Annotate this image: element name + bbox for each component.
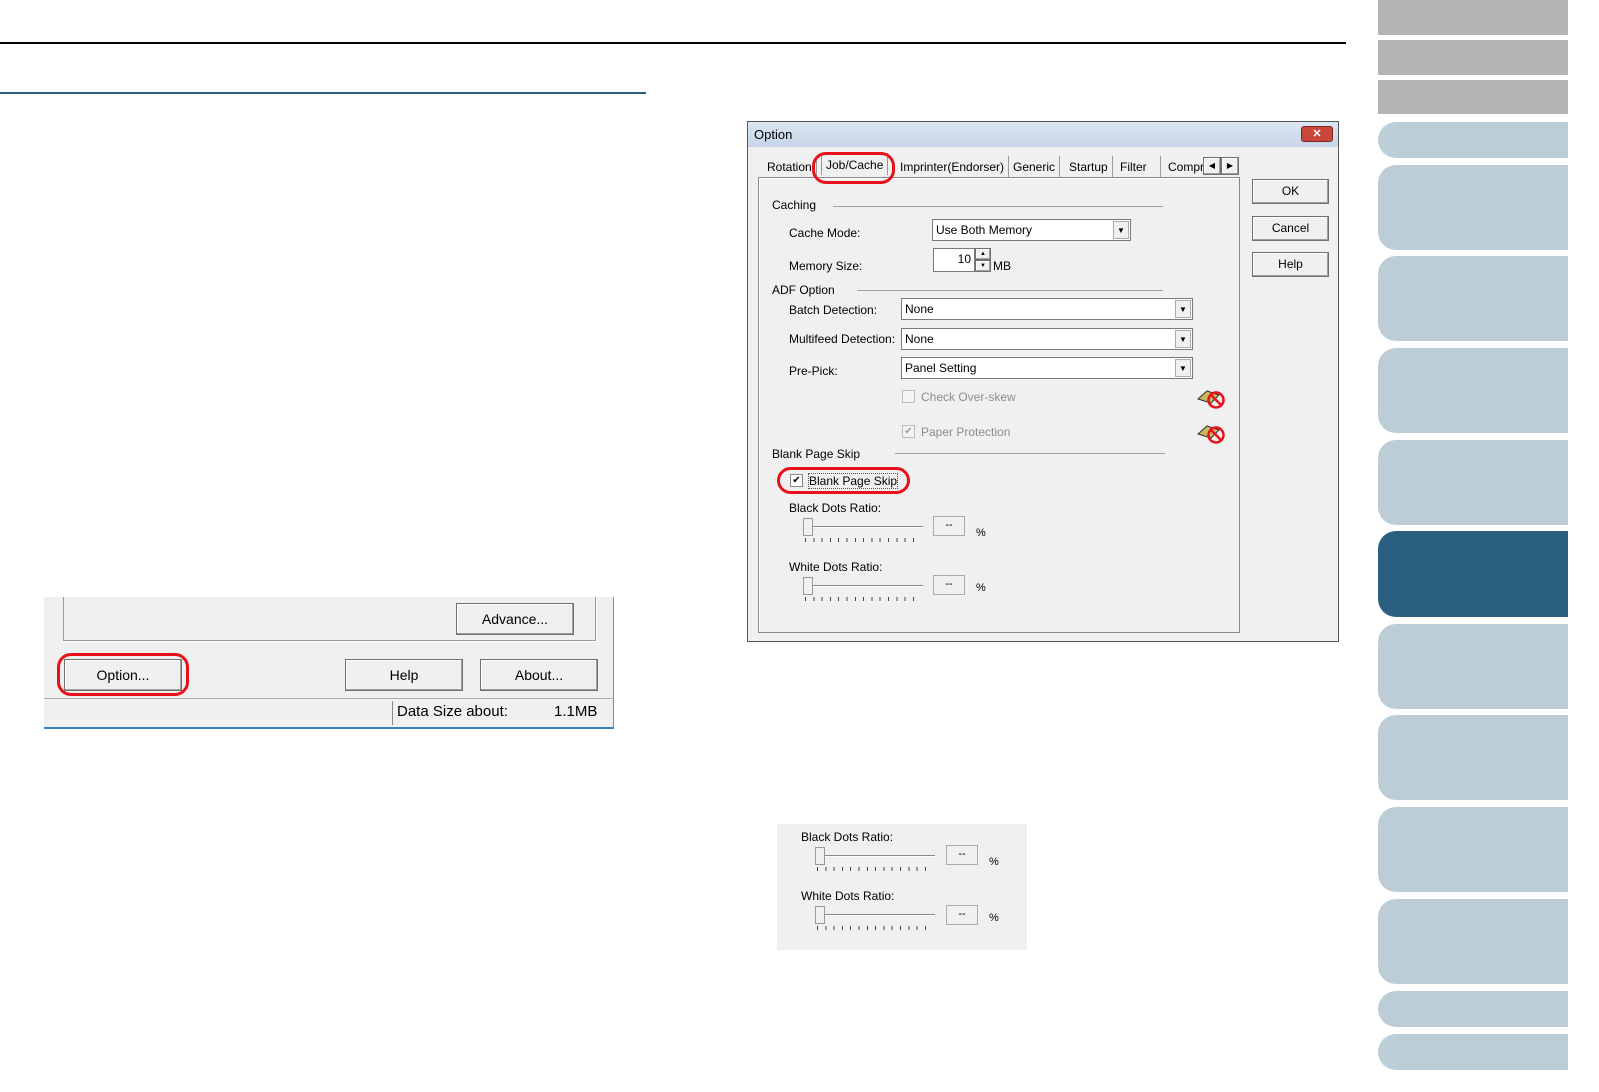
white-dots-slider[interactable] <box>803 577 923 601</box>
slider-thumb[interactable] <box>815 906 825 924</box>
nav-tab-contents[interactable] <box>1378 40 1568 75</box>
black-dots-unit: % <box>989 856 999 868</box>
prepick-select[interactable]: Panel Setting ▼ <box>901 357 1193 379</box>
prepick-label: Pre-Pick: <box>789 364 838 378</box>
tab-scroll-left-icon[interactable]: ◀ <box>1203 157 1221 175</box>
highlight-ring <box>777 467 910 494</box>
chevron-down-icon[interactable]: ▼ <box>1175 330 1191 348</box>
nav-tab[interactable] <box>1378 440 1568 525</box>
dots-ratio-detail: Black Dots Ratio: -- % White Dots Ratio:… <box>777 824 1027 950</box>
white-dots-slider[interactable] <box>815 906 935 930</box>
tab-startup[interactable]: Startup <box>1065 156 1113 178</box>
memory-size-input[interactable]: 10 <box>933 248 975 272</box>
nav-tab[interactable] <box>1378 256 1568 341</box>
nav-tab[interactable] <box>1378 807 1568 892</box>
cache-mode-label: Cache Mode: <box>789 226 861 240</box>
chevron-down-icon[interactable]: ▼ <box>1175 359 1191 377</box>
white-dots-value: -- <box>946 905 978 925</box>
help-button[interactable]: Help <box>1252 252 1329 277</box>
cache-mode-value: Use Both Memory <box>936 223 1033 237</box>
nav-tab-active[interactable] <box>1378 531 1568 617</box>
nav-tab-top[interactable] <box>1378 0 1568 35</box>
nav-tab[interactable] <box>1378 624 1568 709</box>
about-button[interactable]: About... <box>480 659 598 691</box>
chevron-down-icon[interactable]: ▼ <box>1113 221 1129 239</box>
tab-generic[interactable]: Generic <box>1009 156 1061 178</box>
group-line <box>857 290 1163 291</box>
white-dots-label: White Dots Ratio: <box>801 889 895 903</box>
spin-down-icon[interactable]: ▼ <box>975 260 991 272</box>
cancel-button[interactable]: Cancel <box>1252 216 1329 241</box>
highlight-ring <box>57 653 189 696</box>
multifeed-value: None <box>905 332 934 346</box>
chevron-down-icon[interactable]: ▼ <box>1175 300 1191 318</box>
nav-tab[interactable] <box>1378 991 1568 1027</box>
nav-tab[interactable] <box>1378 715 1568 800</box>
slider-thumb[interactable] <box>803 518 813 536</box>
black-dots-value: -- <box>933 516 965 536</box>
status-label: Data Size about: <box>397 703 508 720</box>
white-dots-value: -- <box>933 575 965 595</box>
highlight-ring <box>812 152 895 184</box>
tab-scroll-right-icon[interactable]: ▶ <box>1221 157 1239 175</box>
white-dots-label: White Dots Ratio: <box>789 560 883 574</box>
multifeed-label: Multifeed Detection: <box>789 332 896 346</box>
check-overskew-checkbox[interactable] <box>902 390 915 403</box>
tab-imprinter[interactable]: Imprinter(Endorser) <box>896 156 1010 178</box>
batch-detection-select[interactable]: None ▼ <box>901 298 1193 320</box>
white-dots-unit: % <box>989 912 999 924</box>
tab-filter[interactable]: Filter <box>1116 156 1161 178</box>
black-dots-unit: % <box>976 527 986 539</box>
nav-tab[interactable] <box>1378 348 1568 433</box>
status-divider <box>44 698 614 699</box>
check-overskew-label: Check Over-skew <box>921 390 1016 404</box>
memory-size-label: Memory Size: <box>789 259 863 273</box>
dialog-title: Option <box>754 127 793 142</box>
black-dots-slider[interactable] <box>815 847 935 871</box>
black-dots-value: -- <box>946 845 978 865</box>
close-icon[interactable]: ✕ <box>1301 126 1333 142</box>
section-rule <box>0 92 646 94</box>
group-line <box>833 206 1163 207</box>
slider-thumb[interactable] <box>815 847 825 865</box>
multifeed-select[interactable]: None ▼ <box>901 328 1193 350</box>
driver-window-crop: Advance... Option... Help About... Data … <box>44 597 614 729</box>
nav-tab[interactable] <box>1378 1034 1568 1070</box>
tab-compression[interactable]: Compr <box>1164 156 1204 178</box>
advance-button[interactable]: Advance... <box>456 603 574 635</box>
paper-protection-checkbox[interactable]: ✔ <box>902 425 915 438</box>
title-bar: Option ✕ <box>748 122 1338 147</box>
black-dots-slider[interactable] <box>803 518 923 542</box>
nav-tab[interactable] <box>1378 165 1568 250</box>
spin-up-icon[interactable]: ▲ <box>975 248 991 260</box>
black-dots-label: Black Dots Ratio: <box>801 830 894 844</box>
group-adf: ADF Option <box>772 283 835 297</box>
memory-unit: MB <box>993 259 1011 273</box>
nav-tab-index[interactable] <box>1378 80 1568 114</box>
tab-rotation[interactable]: Rotation <box>763 156 817 178</box>
help-button[interactable]: Help <box>345 659 463 691</box>
batch-detection-label: Batch Detection: <box>789 303 878 317</box>
paper-protection-label: Paper Protection <box>921 425 1011 439</box>
ok-button[interactable]: OK <box>1252 179 1329 204</box>
not-supported-icon <box>1197 425 1225 444</box>
slider-thumb[interactable] <box>803 577 813 595</box>
cache-mode-select[interactable]: Use Both Memory ▼ <box>932 219 1131 241</box>
black-dots-label: Black Dots Ratio: <box>789 501 882 515</box>
nav-tab[interactable] <box>1378 899 1568 984</box>
prepick-value: Panel Setting <box>905 361 977 375</box>
group-caching: Caching <box>772 198 817 212</box>
group-blank-page-skip: Blank Page Skip <box>772 447 861 461</box>
white-dots-unit: % <box>976 582 986 594</box>
group-line <box>895 453 1165 454</box>
status-value: 1.1MB <box>554 703 598 720</box>
not-supported-icon <box>1197 390 1225 409</box>
status-divider <box>392 701 393 725</box>
batch-detection-value: None <box>905 302 934 316</box>
nav-tab[interactable] <box>1378 122 1568 158</box>
header-rule <box>0 42 1346 44</box>
